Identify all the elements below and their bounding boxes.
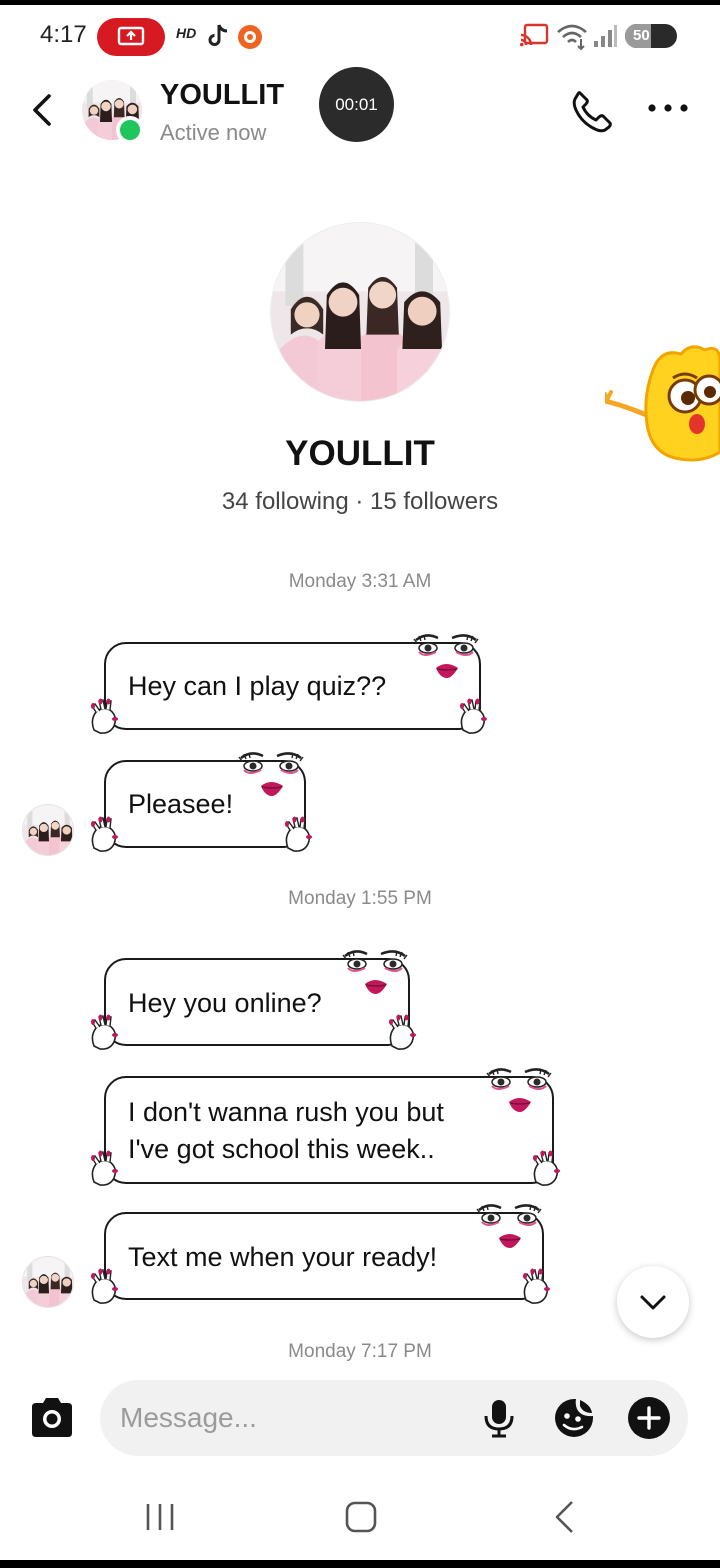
chevron-down-icon <box>640 1295 666 1310</box>
face-sticker-icon <box>341 949 409 996</box>
hd-badge: HD <box>176 25 197 41</box>
hand-sticker-icon <box>90 1268 119 1304</box>
scroll-down-button[interactable] <box>617 1266 689 1338</box>
plus-button[interactable] <box>628 1397 670 1439</box>
screen-record-icon <box>117 26 145 46</box>
battery-icon: 50 <box>625 24 677 48</box>
hand-sticker-icon <box>284 816 313 852</box>
orange-app-icon <box>238 25 262 49</box>
message-bubble[interactable]: Pleasee! <box>90 750 320 858</box>
profile-stats: 34 following · 15 followers <box>221 488 499 515</box>
tiktok-icon <box>208 24 228 46</box>
back-arrow-icon[interactable] <box>22 90 62 130</box>
hand-sticker-icon <box>459 698 488 734</box>
hand-sticker-icon <box>90 698 119 734</box>
status-bar: 4:17 HD 50 <box>0 5 720 65</box>
signal-icon <box>594 25 617 47</box>
timestamp: Monday 1:55 PM <box>288 888 432 909</box>
recording-timer: 00:01 <box>319 67 394 142</box>
hand-sticker-icon <box>522 1268 551 1304</box>
message-text: Hey you online? <box>128 988 322 1018</box>
hand-sticker-icon <box>90 1014 119 1050</box>
message-bubble[interactable]: Text me when your ready! <box>90 1202 558 1310</box>
message-bubble[interactable]: Hey you online? <box>90 948 424 1056</box>
message-text: Pleasee! <box>128 789 234 819</box>
mascot-sticker[interactable] <box>605 340 720 470</box>
microphone-icon[interactable] <box>479 1398 519 1438</box>
online-indicator <box>116 116 144 144</box>
sender-avatar[interactable] <box>22 804 74 856</box>
system-nav-bar <box>0 1478 720 1560</box>
cast-icon <box>520 23 549 47</box>
more-icon[interactable] <box>645 93 691 123</box>
face-sticker-icon <box>485 1067 553 1114</box>
message-bubble[interactable]: Hey can I play quiz?? <box>90 632 495 740</box>
message-text-line-1: I don't wanna rush you but <box>128 1097 444 1127</box>
screen-record-indicator[interactable] <box>97 18 165 56</box>
status-time: 4:17 <box>40 21 87 48</box>
camera-icon[interactable] <box>28 1395 76 1441</box>
phone-icon[interactable] <box>568 87 616 135</box>
message-bubble[interactable]: I don't wanna rush you but I've got scho… <box>90 1066 568 1194</box>
hand-sticker-icon <box>90 1150 119 1186</box>
timestamp: Monday 3:31 AM <box>288 571 432 592</box>
message-text-line-2: I've got school this week.. <box>128 1134 435 1164</box>
hand-sticker-icon <box>388 1014 417 1050</box>
hand-sticker-icon <box>90 816 119 852</box>
wifi-icon <box>557 24 587 51</box>
message-text: Text me when your ready! <box>128 1242 438 1272</box>
recent-apps-icon[interactable] <box>142 1500 178 1534</box>
battery-percent: 50 <box>633 27 650 44</box>
face-sticker-icon <box>412 633 480 680</box>
sender-avatar[interactable] <box>22 1256 74 1308</box>
home-icon[interactable] <box>344 1500 378 1534</box>
hand-sticker-icon <box>532 1150 561 1186</box>
message-text: Hey can I play quiz?? <box>128 671 387 701</box>
back-icon[interactable] <box>550 1498 578 1536</box>
bottom-edge <box>0 1560 720 1568</box>
face-sticker-icon <box>237 751 305 798</box>
chat-header: YOULLIT Active now 00:01 <box>0 65 720 160</box>
sticker-icon[interactable] <box>553 1397 595 1439</box>
face-sticker-icon <box>475 1203 543 1250</box>
message-composer <box>100 1380 688 1456</box>
plus-icon <box>637 1406 661 1430</box>
profile-avatar[interactable] <box>270 222 450 402</box>
header-status: Active now <box>160 120 267 145</box>
timestamp: Monday 7:17 PM <box>288 1341 432 1362</box>
header-name[interactable]: YOULLIT <box>160 79 284 112</box>
message-input[interactable] <box>120 1392 470 1444</box>
